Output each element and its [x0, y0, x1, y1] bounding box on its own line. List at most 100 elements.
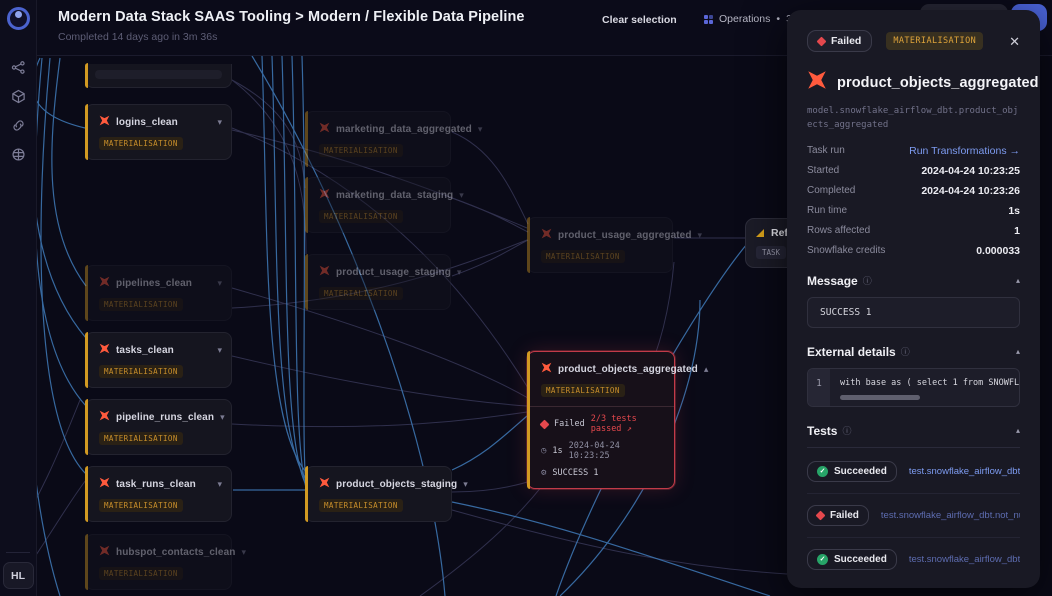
tests-divider — [807, 447, 1020, 448]
info-icon[interactable]: ⓘ — [901, 345, 910, 358]
graph-node-pipelines-clean[interactable]: pipelines_clean ▾ MATERIALISATION — [85, 265, 232, 321]
graph-node-product-objects-staging[interactable]: product_objects_staging ▾ MATERIALISATIO… — [305, 466, 452, 522]
clear-selection-button[interactable]: Clear selection — [602, 14, 677, 26]
graph-node-hubspot-contacts-clean[interactable]: hubspot_contacts_clean ▾ MATERIALISATION — [85, 534, 232, 590]
graph-node-marketing-data-aggregated[interactable]: marketing_data_aggregated ▾ MATERIALISAT… — [305, 111, 451, 167]
dbt-icon — [541, 226, 552, 244]
chevron-down-icon[interactable]: ▾ — [217, 480, 222, 489]
user-avatar[interactable]: HL — [3, 562, 34, 589]
chevron-down-icon[interactable]: ▾ — [478, 125, 483, 134]
tests-summary-link[interactable]: 2/3 tests passed ↗ — [591, 414, 665, 434]
tests-heading: Tests — [807, 424, 837, 438]
panel-subtitle: model.snowflake_airflow_dbt.product_obje… — [807, 105, 1020, 133]
integrations-cube-icon[interactable] — [11, 89, 26, 104]
horizontal-scrollbar[interactable] — [840, 395, 920, 400]
graph-node-partial-top[interactable] — [85, 64, 232, 88]
node-status: Failed — [554, 419, 585, 429]
test-status-badge: ✓Succeeded — [807, 549, 897, 570]
chevron-down-icon[interactable]: ▾ — [217, 279, 222, 288]
node-partial-body — [95, 70, 222, 79]
field-value: 1 — [1014, 225, 1020, 237]
node-accent-bar — [85, 265, 88, 321]
chevron-down-icon[interactable]: ▾ — [698, 231, 703, 240]
graph-node-task-runs-clean[interactable]: task_runs_clean ▾ MATERIALISATION — [85, 466, 232, 522]
node-runtime: 1s — [552, 446, 562, 456]
node-accent-bar — [527, 217, 530, 273]
node-accent-bar — [85, 466, 88, 522]
dbt-icon — [99, 113, 110, 131]
graph-node-product-objects-aggregated-selected[interactable]: product_objects_aggregated ▴ MATERIALISA… — [527, 351, 675, 489]
dbt-icon — [807, 70, 827, 95]
success-check-icon: ✓ — [817, 466, 828, 477]
collapse-icon[interactable]: ▴ — [1016, 426, 1020, 435]
field-label: Run time — [807, 205, 847, 216]
operations-label: Operations — [719, 13, 770, 25]
node-accent-bar — [85, 332, 88, 388]
field-label: Started — [807, 165, 839, 176]
info-icon[interactable]: ⓘ — [842, 424, 851, 437]
dbt-icon — [99, 543, 110, 561]
graph-node-pipeline-runs-clean[interactable]: pipeline_runs_clean ▾ MATERIALISATION — [85, 399, 232, 455]
collapse-icon[interactable]: ▴ — [1016, 276, 1020, 285]
graph-node-marketing-data-staging[interactable]: marketing_data_staging ▾ MATERIALISATION — [305, 177, 451, 233]
chevron-down-icon[interactable]: ▾ — [217, 346, 222, 355]
test-link[interactable]: test.snowflake_airflow_dbt.unique_pro — [909, 466, 1020, 477]
chevron-down-icon[interactable]: ▾ — [463, 480, 468, 489]
node-type-badge: MATERIALISATION — [319, 210, 403, 223]
node-label: product_objects_staging — [336, 479, 457, 490]
field-row: Task run Run Transformations → — [807, 145, 1020, 157]
test-link[interactable]: test.snowflake_airflow_dbt.not_null_pr — [881, 510, 1020, 521]
field-value: 1s — [1008, 205, 1020, 217]
field-value: 0.000033 — [976, 245, 1020, 257]
app-logo-icon[interactable] — [7, 7, 30, 30]
chevron-down-icon[interactable]: ▾ — [220, 413, 225, 422]
dbt-icon — [319, 120, 330, 138]
connections-link-icon[interactable] — [11, 118, 26, 133]
chevron-down-icon[interactable]: ▾ — [457, 268, 462, 277]
chevron-down-icon[interactable]: ▾ — [241, 548, 246, 557]
page-title: Modern Data Stack SAAS Tooling > Modern … — [58, 9, 525, 25]
close-icon[interactable]: ✕ — [1009, 35, 1020, 48]
node-label: product_objects_aggregated — [558, 364, 698, 375]
task-run-link[interactable]: Run Transformations → — [909, 145, 1020, 157]
chevron-down-icon[interactable]: ▾ — [217, 118, 222, 127]
dbt-icon — [319, 186, 330, 204]
pipeline-graph-icon[interactable] — [11, 60, 26, 75]
node-accent-bar — [305, 254, 308, 310]
node-type-badge: MATERIALISATION — [99, 365, 183, 378]
info-icon[interactable]: ⓘ — [863, 274, 872, 287]
node-label: pipelines_clean — [116, 278, 192, 289]
chevron-down-icon[interactable]: ▾ — [459, 191, 464, 200]
field-row: Run time 1s — [807, 205, 1020, 217]
failed-diamond-icon — [540, 419, 550, 429]
test-row: ✓Succeeded test.snowflake_airflow_dbt.un… — [807, 450, 1020, 494]
materialisation-badge: MATERIALISATION — [886, 32, 983, 50]
node-accent-bar — [85, 399, 88, 455]
dbt-icon — [99, 274, 110, 292]
dot-separator: • — [776, 13, 780, 25]
test-status-badge: Failed — [807, 505, 869, 526]
field-label: Rows affected — [807, 225, 870, 236]
operations-counter[interactable]: Operations • 35 — [704, 13, 798, 25]
node-detail-panel: Failed MATERIALISATION ✕ product_objects… — [787, 10, 1040, 588]
node-type-badge: MATERIALISATION — [541, 384, 625, 397]
clock-icon: ◷ — [541, 447, 546, 456]
field-label: Task run — [807, 145, 845, 156]
node-label: tasks_clean — [116, 345, 174, 356]
test-row: ✓Succeeded test.snowflake_airflow_dbt.no… — [807, 538, 1020, 581]
node-accent-bar — [305, 111, 308, 167]
test-link[interactable]: test.snowflake_airflow_dbt.not_null_pr — [909, 554, 1020, 565]
graph-node-tasks-clean[interactable]: tasks_clean ▾ MATERIALISATION — [85, 332, 232, 388]
data-globe-icon[interactable] — [11, 147, 26, 162]
collapse-icon[interactable]: ▴ — [1016, 347, 1020, 356]
node-timestamp: 2024-04-24 10:23:25 — [569, 441, 665, 461]
failed-diamond-icon — [816, 510, 826, 520]
graph-node-product-usage-staging[interactable]: product_usage_staging ▾ MATERIALISATION — [305, 254, 451, 310]
node-accent-bar — [85, 104, 88, 160]
node-type-badge: MATERIALISATION — [99, 432, 183, 445]
chevron-up-icon[interactable]: ▴ — [704, 365, 709, 374]
dbt-icon — [99, 341, 110, 359]
gear-icon: ⚙ — [541, 469, 546, 478]
graph-node-product-usage-aggregated[interactable]: product_usage_aggregated ▾ MATERIALISATI… — [527, 217, 673, 273]
graph-node-logins-clean[interactable]: logins_clean ▾ MATERIALISATION — [85, 104, 232, 160]
